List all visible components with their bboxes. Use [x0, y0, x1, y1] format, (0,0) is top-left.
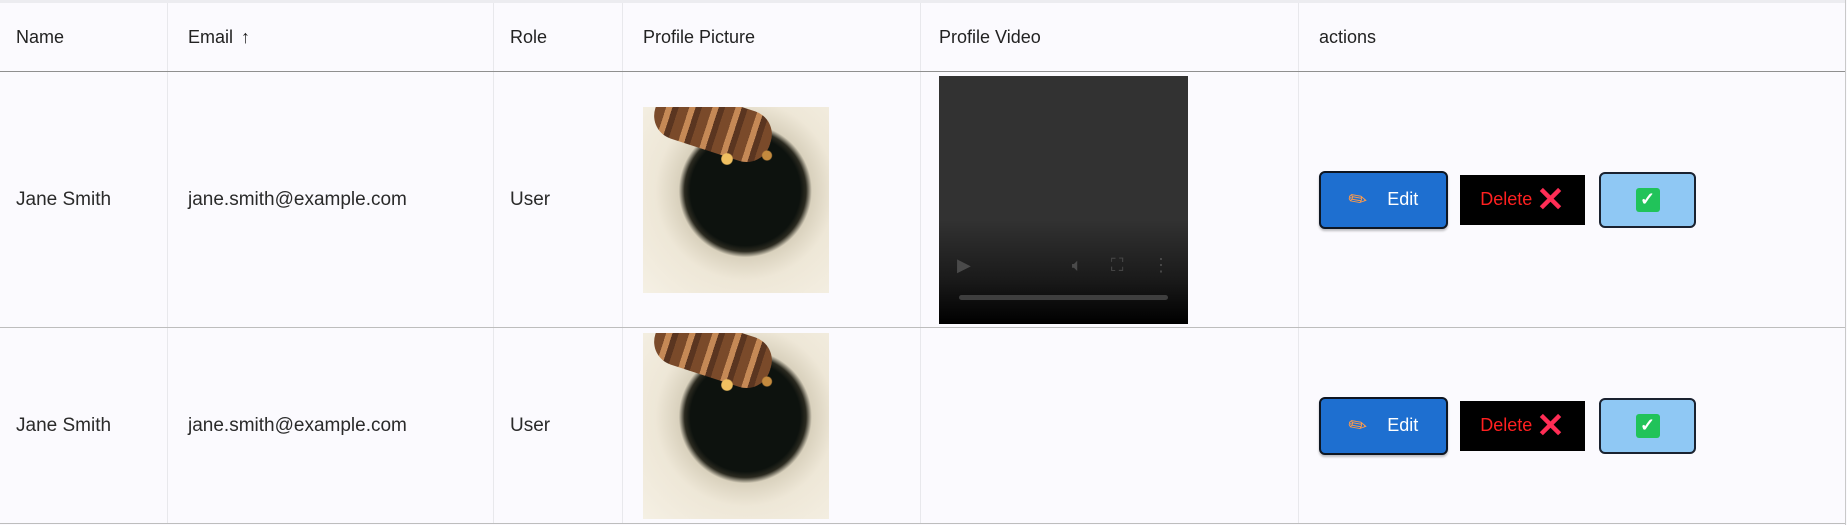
header-profile-picture[interactable]: Profile Picture [623, 3, 921, 71]
header-name[interactable]: Name [0, 3, 168, 71]
profile-video-player[interactable]: ▶ 🔈︎ ⛶ ⋮ [939, 75, 1188, 324]
cell-profile-video [921, 328, 1299, 523]
more-vert-icon[interactable]: ⋮ [1152, 255, 1170, 276]
play-icon[interactable]: ▶ [957, 255, 971, 276]
header-actions: actions [1319, 26, 1377, 47]
cell-email: jane.smith@example.com [168, 72, 494, 327]
cell-email: jane.smith@example.com [168, 328, 494, 523]
cell-profile-picture [623, 72, 921, 327]
cell-profile-video: ▶ 🔈︎ ⛶ ⋮ [921, 72, 1299, 327]
cell-actions: ✎ Edit Delete ✕ ✓ [1299, 72, 1845, 327]
users-table: Name Email ↑ Role Profile Picture Profile… [0, 0, 1846, 525]
checkbox-checked-icon: ✓ [1635, 187, 1660, 212]
confirm-button[interactable]: ✓ [1599, 397, 1696, 454]
table-row: Jane Smith jane.smith@example.com User ✎… [0, 328, 1845, 524]
confirm-button[interactable]: ✓ [1599, 171, 1696, 228]
delete-button[interactable]: Delete ✕ [1460, 400, 1585, 451]
profile-picture [643, 332, 829, 519]
checkbox-checked-icon: ✓ [1635, 413, 1660, 438]
table-row: Jane Smith jane.smith@example.com User ▶… [0, 72, 1845, 328]
pencil-icon: ✎ [1342, 183, 1373, 215]
close-icon: ✕ [1536, 180, 1565, 219]
users-table-panel: Name Email ↑ Role Profile Picture Profile… [0, 0, 1847, 525]
cell-name: Jane Smith [0, 72, 168, 327]
edit-button[interactable]: ✎ Edit [1319, 170, 1448, 229]
profile-picture [643, 106, 829, 293]
table-header-row: Name Email ↑ Role Profile Picture Profile… [0, 3, 1845, 72]
cell-role: User [494, 72, 623, 327]
edit-button[interactable]: ✎ Edit [1319, 396, 1448, 455]
cell-name: Jane Smith [0, 328, 168, 523]
cell-actions: ✎ Edit Delete ✕ ✓ [1299, 328, 1845, 523]
volume-icon[interactable]: 🔈︎ [1072, 255, 1083, 276]
cell-profile-picture [623, 328, 921, 523]
fullscreen-icon[interactable]: ⛶ [1111, 255, 1124, 276]
delete-button[interactable]: Delete ✕ [1460, 174, 1585, 225]
close-icon: ✕ [1536, 406, 1565, 445]
pencil-icon: ✎ [1342, 409, 1373, 441]
video-controls: ▶ 🔈︎ ⛶ ⋮ [957, 255, 1170, 276]
cell-role: User [494, 328, 623, 523]
header-profile-video[interactable]: Profile Video [921, 3, 1299, 71]
header-role[interactable]: Role [494, 3, 623, 71]
header-email[interactable]: Email ↑ [168, 3, 494, 71]
arrow-up-icon[interactable]: ↑ [241, 27, 250, 48]
video-progress-bar[interactable] [959, 294, 1168, 300]
